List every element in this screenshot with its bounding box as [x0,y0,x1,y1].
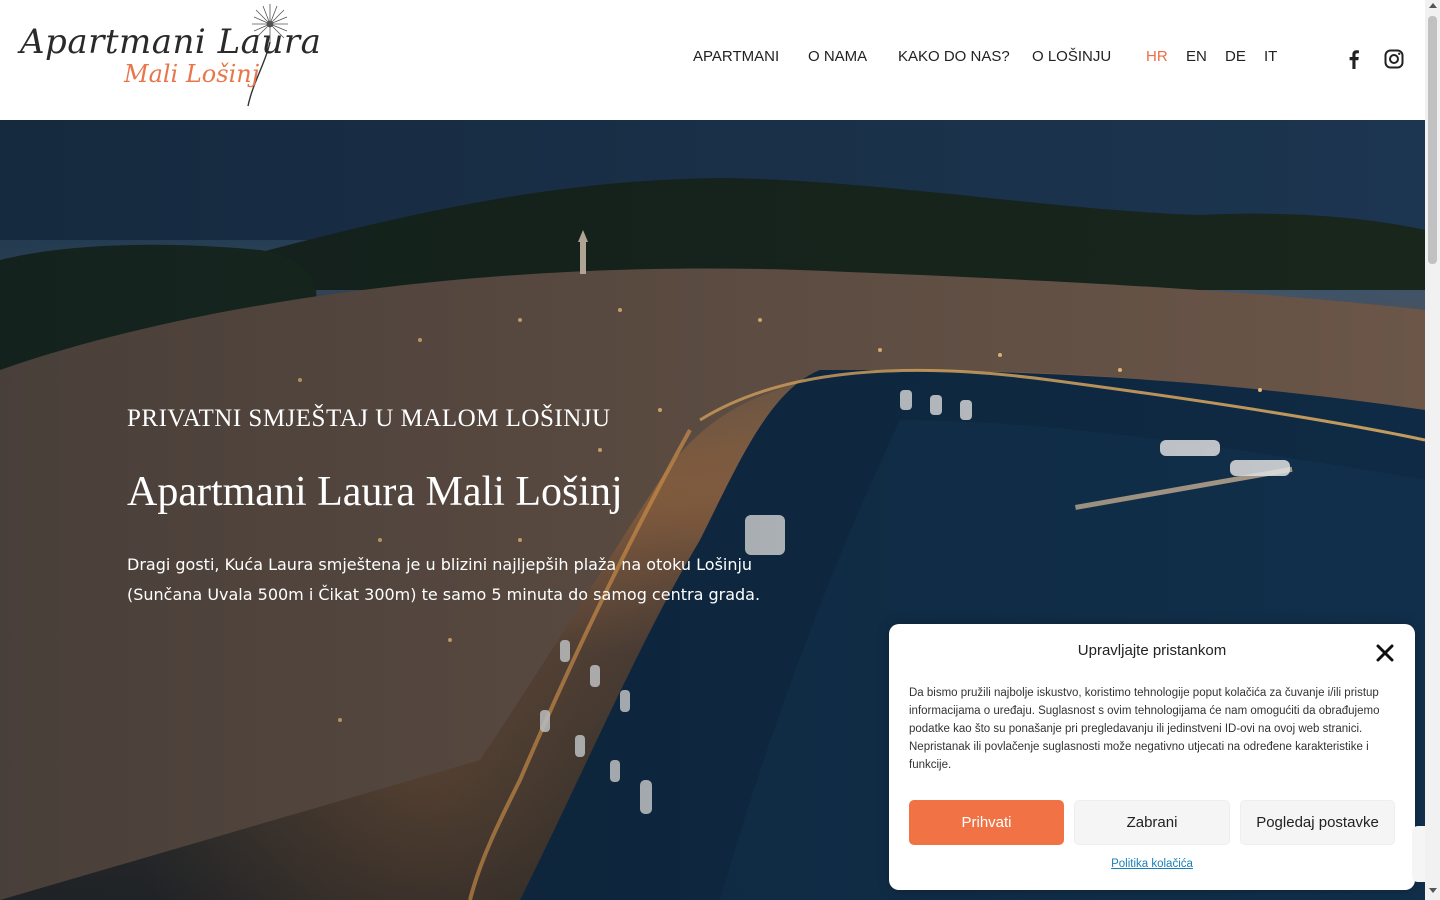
cookie-consent-modal: Upravljajte pristankom Da bismo pružili … [889,624,1415,890]
floating-tab[interactable] [1412,826,1425,882]
lang-hr[interactable]: HR [1146,48,1168,65]
logo[interactable]: Apartmani Laura Mali Lošinj [18,2,321,110]
view-preferences-button[interactable]: Pogledaj postavke [1240,800,1395,845]
close-icon[interactable] [1374,642,1396,664]
accept-button[interactable]: Prihvati [909,800,1064,845]
scrollbar-thumb[interactable] [1428,16,1437,264]
hero-title: Apartmani Laura Mali Lošinj [127,469,623,515]
instagram-icon[interactable] [1383,48,1405,70]
nav-item-apartmani[interactable]: APARTMANI [693,48,779,65]
nav-item-o-nama[interactable]: O NAMA [808,48,867,65]
cookie-modal-text: Da bismo pružili najbolje iskustvo, kori… [909,687,1380,771]
logo-title: Apartmani Laura [20,22,322,62]
scroll-down-icon[interactable] [1429,888,1437,893]
site-header: Apartmani Laura Mali Lošinj APARTMANI O … [0,0,1425,120]
cookie-modal-title: Upravljajte pristankom [1077,642,1227,659]
scrollbar[interactable] [1425,0,1440,900]
nav-item-o-losinju[interactable]: O LOŠINJU [1032,48,1111,65]
hero-kicker: PRIVATNI SMJEŠTAJ U MALOM LOŠINJU [127,405,611,432]
logo-subtitle: Mali Lošinj [124,60,260,88]
lang-en[interactable]: EN [1186,48,1207,65]
nav-item-kako-do-nas[interactable]: KAKO DO NAS? [898,48,1010,65]
hero-description: Dragi gosti, Kuća Laura smještena je u b… [127,555,761,604]
facebook-icon[interactable] [1343,48,1365,70]
deny-button[interactable]: Zabrani [1074,800,1230,845]
lang-it[interactable]: IT [1264,48,1277,65]
cookie-policy-link[interactable]: Politika kolačića [889,858,1415,870]
lang-de[interactable]: DE [1225,48,1246,65]
scroll-up-icon[interactable] [1429,3,1437,8]
